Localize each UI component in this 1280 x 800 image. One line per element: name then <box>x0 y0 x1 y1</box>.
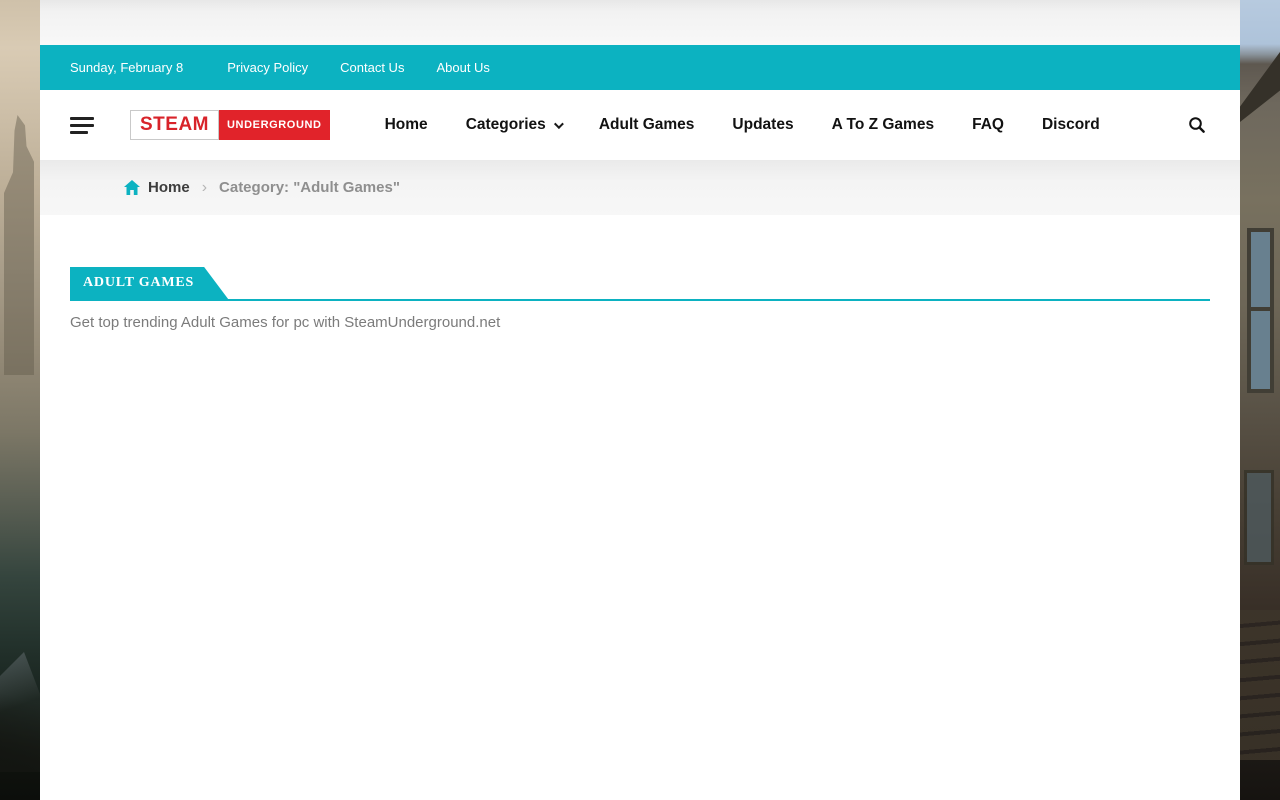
search-icon[interactable] <box>1184 112 1210 138</box>
chevron-down-icon <box>554 119 564 129</box>
background-art-left <box>0 0 40 800</box>
page-column: Sunday, February 8 Privacy Policy Contac… <box>40 0 1240 800</box>
background-roof <box>1240 52 1280 122</box>
background-planks <box>1240 610 1280 760</box>
current-date: Sunday, February 8 <box>70 60 183 75</box>
background-window-lower <box>1244 470 1274 565</box>
hamburger-menu-icon[interactable] <box>70 117 94 134</box>
site-logo[interactable]: STEAM UNDERGROUND <box>130 110 330 140</box>
topbar-link-privacy-policy[interactable]: Privacy Policy <box>227 60 308 75</box>
section-title-badge: ADULT GAMES <box>70 267 228 299</box>
navbar: STEAM UNDERGROUND Home Categories Adult … <box>40 90 1240 160</box>
nav-item-discord[interactable]: Discord <box>1042 116 1100 134</box>
breadcrumb-current: Category: "Adult Games" <box>219 179 400 196</box>
nav-item-updates[interactable]: Updates <box>732 116 793 134</box>
topbar: Sunday, February 8 Privacy Policy Contac… <box>40 45 1240 90</box>
nav-item-home[interactable]: Home <box>385 116 428 134</box>
home-icon <box>124 180 140 195</box>
background-tower-silhouette <box>4 115 34 375</box>
nav-item-categories[interactable]: Categories <box>466 116 561 134</box>
main-menu: Home Categories Adult Games Updates A To… <box>366 116 1119 134</box>
top-spacer <box>40 0 1240 45</box>
nav-item-a-to-z-games[interactable]: A To Z Games <box>832 116 935 134</box>
topbar-link-about-us[interactable]: About Us <box>436 60 489 75</box>
nav-item-faq[interactable]: FAQ <box>972 116 1004 134</box>
background-art-right <box>1240 0 1280 800</box>
breadcrumb-home-link[interactable]: Home <box>124 179 190 196</box>
breadcrumb-home-label: Home <box>148 179 190 196</box>
logo-steam-text: STEAM <box>130 110 219 140</box>
logo-underground-text: UNDERGROUND <box>219 110 330 140</box>
breadcrumb: Home › Category: "Adult Games" <box>40 160 1240 215</box>
background-debris <box>0 652 40 772</box>
section-description: Get top trending Adult Games for pc with… <box>70 314 1210 331</box>
topbar-link-contact-us[interactable]: Contact Us <box>340 60 404 75</box>
breadcrumb-separator: › <box>202 179 207 197</box>
main-content: ADULT GAMES Get top trending Adult Games… <box>40 215 1240 800</box>
background-window-upper <box>1247 228 1274 393</box>
section-header: ADULT GAMES <box>70 267 1210 301</box>
nav-item-adult-games[interactable]: Adult Games <box>599 116 695 134</box>
